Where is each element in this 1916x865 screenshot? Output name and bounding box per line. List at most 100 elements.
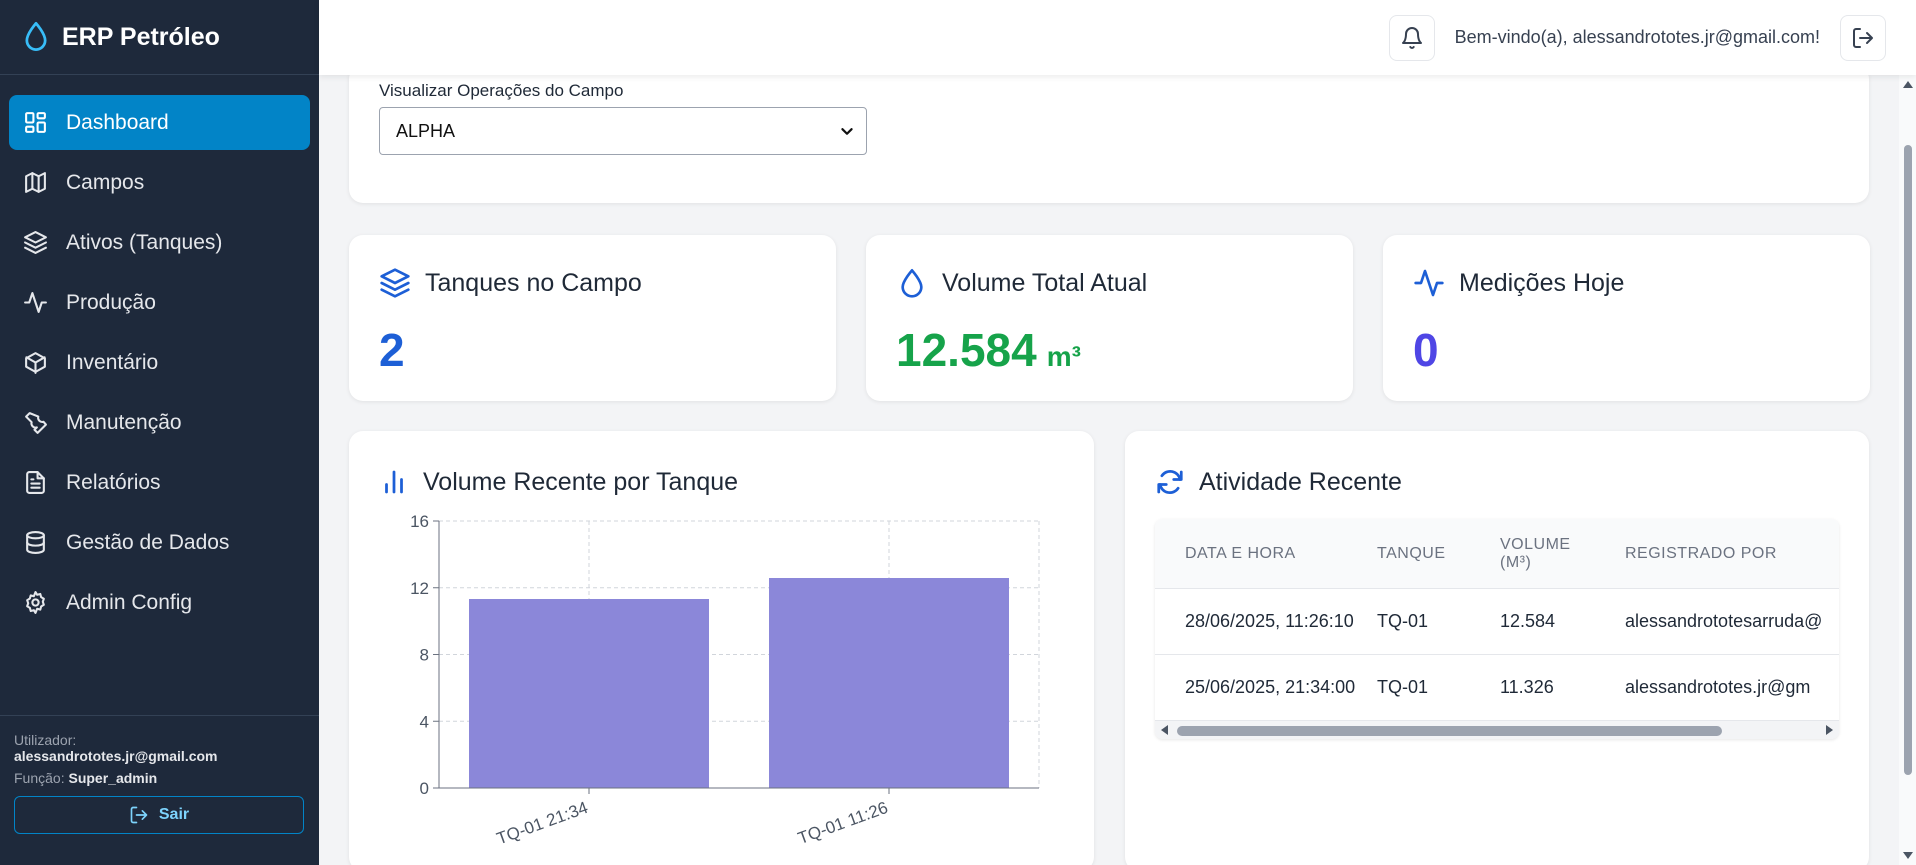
top-header: Bem-vindo(a), alessandrototes.jr@gmail.c… <box>319 0 1916 75</box>
logout-label: Sair <box>158 806 190 823</box>
col-header-volume[interactable]: VOLUME (M³) <box>1500 536 1600 572</box>
sidebar-item-inventario[interactable]: Inventário <box>9 335 310 390</box>
logout-button[interactable]: Sair <box>14 796 304 834</box>
activity-title-text: Atividade Recente <box>1199 467 1402 496</box>
cell-tank: TQ-01 <box>1377 677 1429 697</box>
gear-icon <box>26 591 45 614</box>
sidebar-item-label: Admin Config <box>66 590 193 614</box>
scroll-down-arrow[interactable] <box>1903 852 1913 859</box>
bar-2 <box>769 578 1009 788</box>
main-content: Visualizar Operações do Campo ALPHA Tanq… <box>319 65 1899 865</box>
sidebar-item-relatorios[interactable]: Relatórios <box>9 455 310 510</box>
logout-icon <box>1853 27 1873 48</box>
stat-title: Volume Total Atual <box>942 268 1148 297</box>
scroll-up-arrow[interactable] <box>1903 81 1913 88</box>
page-vertical-scrollbar[interactable] <box>1899 75 1916 865</box>
sidebar-item-label: Ativos (Tanques) <box>66 230 223 254</box>
cell-datetime: 25/06/2025, 21:34:00 <box>1185 677 1356 697</box>
volume-chart-card: Volume Recente por Tanque 0 4 8 12 16 TQ-01 2… <box>349 431 1094 865</box>
scroll-right-arrow[interactable] <box>1826 725 1833 735</box>
field-selector-label: Visualizar Operações do Campo <box>379 81 624 100</box>
stat-title: Medições Hoje <box>1459 268 1625 297</box>
sidebar-item-producao[interactable]: Produção <box>9 275 310 330</box>
chevron-down-icon <box>841 128 853 135</box>
activity-icon <box>24 292 47 313</box>
y-tick-label: 0 <box>420 779 429 798</box>
stat-number: 2 <box>379 324 405 376</box>
database-icon <box>26 531 45 554</box>
header-logout-button[interactable] <box>1840 14 1886 61</box>
bell-icon <box>1401 26 1422 49</box>
sidebar-user-panel: Utilizador: alessandrototes.jr@gmail.com… <box>0 715 319 865</box>
droplet-logo-icon <box>25 21 47 51</box>
table-row[interactable]: 25/06/2025, 21:34:00 TQ-01 11.326 alessa… <box>1155 655 1839 721</box>
cell-tank: TQ-01 <box>1377 611 1429 631</box>
app-title: ERP Petróleo <box>62 22 220 51</box>
droplet-icon <box>901 269 923 298</box>
cell-datetime: 28/06/2025, 11:26:10 <box>1185 611 1354 631</box>
scroll-thumb[interactable] <box>1904 145 1912 775</box>
table-horizontal-scrollbar[interactable] <box>1155 721 1839 739</box>
cell-registered-by: alessandrototes.jr@gm <box>1625 677 1811 697</box>
sidebar-item-label: Manutenção <box>66 410 182 434</box>
sidebar-item-label: Dashboard <box>66 110 169 134</box>
col-header-tank[interactable]: TANQUE <box>1377 545 1500 563</box>
stat-card-volume: Volume Total Atual 12.584 m³ <box>866 235 1353 401</box>
volume-bar-chart: 0 4 8 12 16 TQ-01 21:34 TQ-01 11:26 <box>410 512 1040 848</box>
stat-header: Medições Hoje <box>1413 267 1624 299</box>
sidebar-item-ativos[interactable]: Ativos (Tanques) <box>9 215 310 270</box>
layers-icon <box>24 231 47 254</box>
field-selector-card: Visualizar Operações do Campo ALPHA <box>349 65 1869 203</box>
notifications-button[interactable] <box>1388 14 1435 61</box>
sidebar-item-admin-config[interactable]: Admin Config <box>9 575 310 630</box>
activity-table: DATA E HORA TANQUE VOLUME (M³) REGISTRAD… <box>1155 519 1839 739</box>
stat-number: 0 <box>1413 324 1439 376</box>
sidebar-item-label: Produção <box>66 290 156 314</box>
stat-number: 12.584 <box>896 324 1037 376</box>
activity-title: Atividade Recente <box>1155 467 1402 497</box>
stat-value: 0 <box>1413 323 1439 377</box>
field-select[interactable]: ALPHA <box>379 107 867 155</box>
file-text-icon <box>26 471 45 494</box>
col-header-registered-by[interactable]: REGISTRADO POR <box>1625 545 1777 563</box>
user-email: alessandrototes.jr@gmail.com <box>14 748 218 764</box>
scroll-thumb[interactable] <box>1177 726 1722 736</box>
y-tick-label: 4 <box>420 712 429 731</box>
stat-card-tanks: Tanques no Campo 2 <box>349 235 836 401</box>
table-header: DATA E HORA TANQUE VOLUME (M³) REGISTRAD… <box>1155 519 1839 589</box>
stat-header: Tanques no Campo <box>379 267 642 299</box>
logout-icon <box>130 806 148 824</box>
stat-unit: m³ <box>1046 341 1081 372</box>
field-select-value: ALPHA <box>396 120 456 141</box>
activity-icon <box>1414 269 1444 297</box>
role-label: Função: <box>14 770 65 786</box>
cell-volume: 11.326 <box>1500 677 1554 697</box>
sidebar-item-campos[interactable]: Campos <box>9 155 310 210</box>
layers-icon <box>380 268 410 298</box>
y-tick-label: 8 <box>420 646 429 665</box>
sidebar-item-label: Gestão de Dados <box>66 530 230 554</box>
sidebar-item-label: Relatórios <box>66 470 161 494</box>
dashboard-icon <box>25 112 46 133</box>
brand[interactable]: ERP Petróleo <box>0 0 319 75</box>
user-label: Utilizador: <box>14 732 77 748</box>
sidebar-item-manutencao[interactable]: Manutenção <box>9 395 310 450</box>
y-tick-label: 16 <box>410 512 429 531</box>
x-tick-label: TQ-01 11:26 <box>795 798 890 848</box>
stat-card-measurements: Medições Hoje 0 <box>1383 235 1870 401</box>
wrench-icon <box>25 412 47 434</box>
bar-1 <box>469 598 709 788</box>
table-row[interactable]: 28/06/2025, 11:26:10 TQ-01 12.584 alessa… <box>1155 589 1839 655</box>
stat-value: 2 <box>379 323 405 377</box>
sidebar: ERP Petróleo Dashboard Campos Ativos (Ta… <box>0 0 319 865</box>
sidebar-nav: Dashboard Campos Ativos (Tanques) Produç… <box>0 75 319 630</box>
sidebar-item-gestao-dados[interactable]: Gestão de Dados <box>9 515 310 570</box>
map-icon <box>25 172 46 193</box>
sidebar-item-dashboard[interactable]: Dashboard <box>9 95 310 150</box>
col-header-datetime[interactable]: DATA E HORA <box>1155 545 1377 563</box>
stat-value: 12.584 m³ <box>896 323 1081 377</box>
scroll-left-arrow[interactable] <box>1161 725 1168 735</box>
role-value: Super_admin <box>68 770 158 786</box>
sidebar-item-label: Campos <box>66 170 145 194</box>
y-tick-label: 12 <box>410 579 429 598</box>
